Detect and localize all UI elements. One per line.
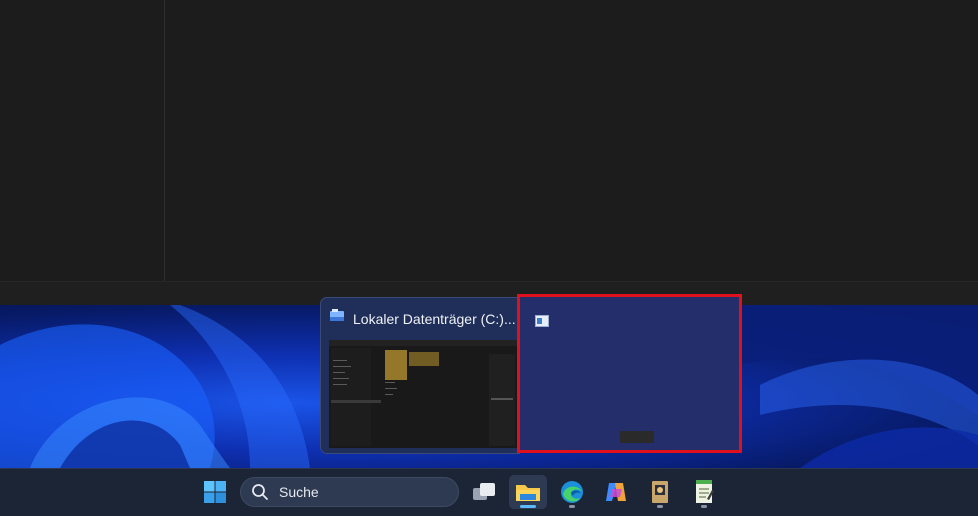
- task-view-button[interactable]: [465, 475, 503, 509]
- thumbnail-preview: [329, 340, 517, 448]
- app-1-icon: [652, 481, 668, 503]
- active-indicator: [520, 505, 536, 508]
- thumbnail-mini-taskbar: [620, 431, 654, 443]
- running-indicator: [569, 505, 575, 508]
- edge-icon: [561, 481, 583, 503]
- background-app-window: [0, 0, 978, 306]
- copilot-icon: [606, 483, 626, 501]
- windows-icon: [204, 481, 226, 503]
- pane-divider[interactable]: [164, 0, 165, 281]
- thumbnail-title: Lokaler Datenträger (C:)...: [353, 311, 516, 327]
- thumbnail-file-explorer[interactable]: Lokaler Datenträger (C:)...: [320, 297, 520, 454]
- search-input[interactable]: Suche: [240, 477, 459, 507]
- start-button[interactable]: [196, 475, 234, 509]
- taskbar: Suche: [0, 468, 978, 516]
- running-indicator: [701, 505, 707, 508]
- task-view-icon: [473, 483, 495, 500]
- copilot-button[interactable]: [597, 475, 635, 509]
- file-explorer-button[interactable]: [509, 475, 547, 509]
- search-label: Suche: [279, 484, 319, 500]
- notepad-button[interactable]: [685, 475, 723, 509]
- app-window-icon: [535, 312, 549, 331]
- edge-button[interactable]: [553, 475, 591, 509]
- file-explorer-icon: [329, 308, 345, 328]
- folder-icon: [516, 485, 540, 501]
- running-indicator: [657, 505, 663, 508]
- app-1-button[interactable]: [641, 475, 679, 509]
- search-icon: [252, 484, 268, 500]
- notepad-icon: [696, 480, 714, 503]
- thumbnail-selected-window[interactable]: [517, 294, 742, 453]
